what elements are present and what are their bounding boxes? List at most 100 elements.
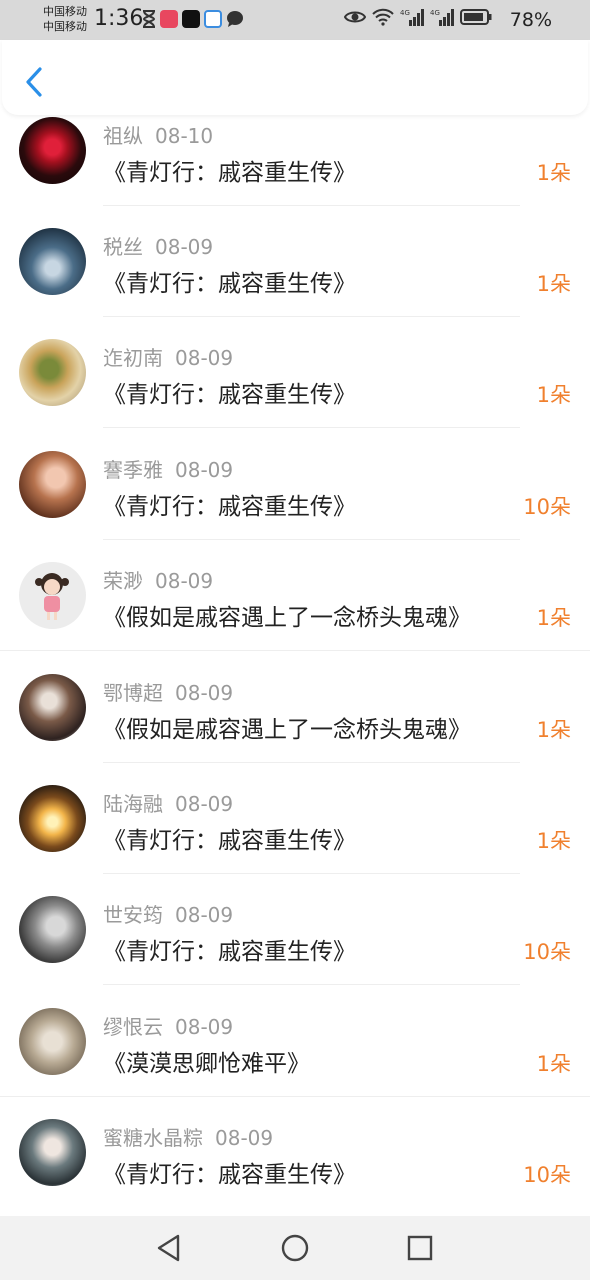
send-date: 08-09 — [175, 346, 234, 370]
status-bar: 中国移动 中国移动 1:36 4G 4G 78% — [0, 0, 590, 40]
sender-name: 税丝 — [103, 235, 143, 259]
book-title: 《青灯行：戚容重生传》 — [103, 382, 356, 408]
send-date: 08-09 — [155, 569, 214, 593]
book-title: 《漠漠思卿怆难平》 — [103, 1051, 310, 1077]
divider — [0, 650, 590, 651]
chat-app-icon — [204, 10, 222, 28]
nav-recents-button[interactable] — [405, 1233, 435, 1263]
send-date: 08-09 — [175, 903, 234, 927]
app-red-icon — [160, 10, 178, 28]
flower-count: 10朵 — [523, 495, 571, 519]
name-date-line: 陆海融 08-09 — [103, 788, 233, 817]
flower-count: 10朵 — [523, 1163, 571, 1187]
name-date-line: 蜜糖水晶粽 08-09 — [103, 1122, 273, 1151]
svg-text:4G: 4G — [430, 9, 440, 17]
name-date-line: 税丝 08-09 — [103, 231, 213, 260]
top-header — [2, 40, 588, 115]
flower-count: 1朵 — [536, 829, 571, 853]
book-title: 《青灯行：戚容重生传》 — [103, 160, 356, 186]
sender-name: 缪恨云 — [103, 1015, 163, 1039]
chevron-left-icon — [26, 67, 42, 97]
name-date-line: 鄂博超 08-09 — [103, 677, 233, 706]
book-title: 《青灯行：戚容重生传》 — [103, 1162, 356, 1188]
sender-name: 蜜糖水晶粽 — [103, 1126, 203, 1150]
carrier-2: 中国移动 — [43, 20, 87, 33]
sender-name: 世安筠 — [103, 903, 163, 927]
name-date-line: 祖纵 08-10 — [103, 120, 213, 149]
book-title: 《青灯行：戚容重生传》 — [103, 828, 356, 854]
avatar — [19, 896, 86, 963]
avatar — [19, 785, 86, 852]
avatar — [19, 228, 86, 295]
back-button[interactable] — [20, 64, 50, 100]
avatar — [19, 117, 86, 184]
signal-2-icon: 4G — [430, 9, 454, 26]
wifi-icon — [372, 8, 394, 26]
avatar — [19, 451, 86, 518]
system-icons: 4G 4G — [344, 8, 492, 26]
flower-count: 1朵 — [536, 161, 571, 185]
send-date: 08-09 — [175, 458, 234, 482]
carrier-1: 中国移动 — [43, 5, 87, 18]
list-item[interactable]: 迮初南 08-09 《青灯行：戚容重生传》 1朵 — [0, 317, 590, 428]
book-title: 《假如是戚容遇上了一念桥头鬼魂》 — [103, 717, 471, 743]
signal-1-icon: 4G — [400, 9, 424, 26]
list-item[interactable]: 蜜糖水晶粽 08-09 《青灯行：戚容重生传》 10朵 — [0, 1097, 590, 1208]
send-date: 08-09 — [175, 681, 234, 705]
send-date: 08-09 — [155, 235, 214, 259]
send-date: 08-09 — [215, 1126, 274, 1150]
send-date: 08-09 — [175, 792, 234, 816]
book-title: 《青灯行：戚容重生传》 — [103, 494, 356, 520]
nav-back-button[interactable] — [154, 1233, 184, 1263]
divider — [103, 427, 520, 428]
eye-icon — [344, 11, 366, 23]
square-recents-icon — [407, 1235, 433, 1261]
name-date-line: 世安筠 08-09 — [103, 899, 233, 928]
name-date-line: 迮初南 08-09 — [103, 342, 233, 371]
flower-count: 1朵 — [536, 1052, 571, 1076]
status-time: 1:36 — [94, 6, 144, 31]
book-title: 《假如是戚容遇上了一念桥头鬼魂》 — [103, 605, 471, 631]
book-title: 《青灯行：戚容重生传》 — [103, 271, 356, 297]
notification-icons — [142, 10, 244, 28]
tiktok-icon — [182, 10, 200, 28]
name-date-line: 荣渺 08-09 — [103, 565, 213, 594]
list-item[interactable]: 陆海融 08-09 《青灯行：戚容重生传》 1朵 — [0, 763, 590, 874]
battery-percent: 78% — [509, 9, 552, 31]
flower-count: 1朵 — [536, 272, 571, 296]
sender-name: 迮初南 — [103, 346, 163, 370]
flower-count: 1朵 — [536, 383, 571, 407]
flower-count: 1朵 — [536, 718, 571, 742]
list-item[interactable]: 鄂博超 08-09 《假如是戚容遇上了一念桥头鬼魂》 1朵 — [0, 652, 590, 763]
avatar — [19, 674, 86, 741]
avatar — [19, 1008, 86, 1075]
sender-name: 祖纵 — [103, 124, 143, 148]
sender-name: 陆海融 — [103, 792, 163, 816]
send-date: 08-10 — [155, 124, 214, 148]
svg-text:4G: 4G — [400, 9, 410, 17]
sender-name: 鄂博超 — [103, 681, 163, 705]
circle-home-icon — [281, 1234, 309, 1262]
hourglass-icon — [142, 10, 156, 28]
name-date-line: 缪恨云 08-09 — [103, 1011, 233, 1040]
list-item[interactable]: 荣渺 08-09 《假如是戚容遇上了一念桥头鬼魂》 1朵 — [0, 540, 590, 651]
system-nav-bar — [0, 1216, 590, 1280]
list-item[interactable]: 税丝 08-09 《青灯行：戚容重生传》 1朵 — [0, 206, 590, 317]
name-date-line: 謇季雅 08-09 — [103, 454, 233, 483]
flower-count: 1朵 — [536, 606, 571, 630]
girl-avatar-drawing — [35, 573, 69, 620]
message-icon — [227, 11, 243, 27]
nav-home-button[interactable] — [280, 1233, 310, 1263]
list-item[interactable]: 缪恨云 08-09 《漠漠思卿怆难平》 1朵 — [0, 986, 590, 1097]
carrier-info: 中国移动 中国移动 — [43, 4, 87, 34]
sender-name: 謇季雅 — [103, 458, 163, 482]
battery-icon — [460, 9, 492, 25]
book-title: 《青灯行：戚容重生传》 — [103, 939, 356, 965]
avatar — [19, 1119, 86, 1186]
list-item[interactable]: 世安筠 08-09 《青灯行：戚容重生传》 10朵 — [0, 874, 590, 985]
flower-count: 10朵 — [523, 940, 571, 964]
avatar — [19, 339, 86, 406]
triangle-back-icon — [157, 1234, 180, 1262]
sender-name: 荣渺 — [103, 569, 143, 593]
list-item[interactable]: 謇季雅 08-09 《青灯行：戚容重生传》 10朵 — [0, 429, 590, 540]
